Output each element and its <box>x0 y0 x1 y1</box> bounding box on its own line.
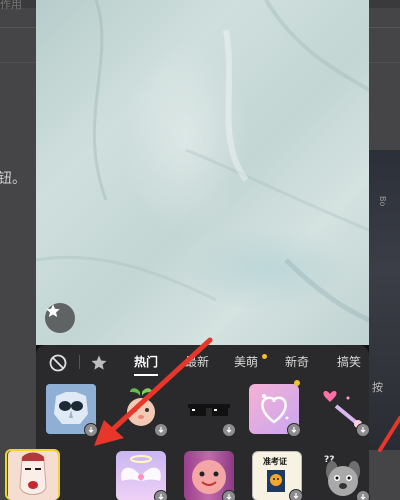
star-icon[interactable] <box>89 353 109 373</box>
download-icon <box>287 423 301 437</box>
sticker-exam-card[interactable]: 准考证 <box>252 451 303 500</box>
tab-hot[interactable]: 热门 <box>134 353 158 370</box>
background-left-text: 钮。 <box>0 171 26 187</box>
download-icon <box>222 490 236 500</box>
background-right-text: 按 <box>372 381 383 394</box>
ban-icon[interactable] <box>48 353 68 373</box>
favorite-button[interactable] <box>45 303 75 333</box>
tab-cute[interactable]: 美萌 <box>234 353 258 370</box>
sticker-angel-wings[interactable] <box>116 451 168 500</box>
fabric-texture <box>36 0 369 323</box>
sticker-question-dog[interactable]: ?? <box>318 451 370 500</box>
star-icon <box>46 304 60 317</box>
sticker-kabuki-mask[interactable] <box>8 451 58 500</box>
tab-funny[interactable]: 搞笑 <box>337 353 361 370</box>
background-right-small-text: Bo <box>378 196 387 207</box>
sticker-peach-sprout[interactable] <box>116 384 168 437</box>
tab-divider <box>79 355 80 369</box>
sticker-ghost-mask[interactable] <box>46 384 98 437</box>
active-tab-indicator <box>134 374 158 376</box>
new-badge-dot <box>294 380 300 386</box>
tab-new-dot <box>262 354 267 359</box>
download-icon <box>222 423 236 437</box>
kabuki-mask-icon <box>8 451 58 500</box>
tab-novel[interactable]: 新奇 <box>285 353 309 370</box>
sticker-pink-face[interactable] <box>184 451 236 500</box>
camera-preview <box>36 0 369 345</box>
download-icon <box>154 423 168 437</box>
tab-latest[interactable]: 最新 <box>185 353 209 370</box>
download-icon <box>289 489 303 500</box>
background-right-image <box>369 150 400 450</box>
sticker-pixel-sunglasses[interactable] <box>184 384 236 437</box>
download-icon <box>84 423 98 437</box>
background-top-text: 作用 <box>0 0 22 11</box>
download-icon <box>356 423 370 437</box>
download-icon <box>154 490 168 500</box>
download-icon <box>356 490 370 500</box>
sticker-hearts[interactable] <box>249 384 301 437</box>
sticker-magic-wand[interactable] <box>318 384 370 437</box>
